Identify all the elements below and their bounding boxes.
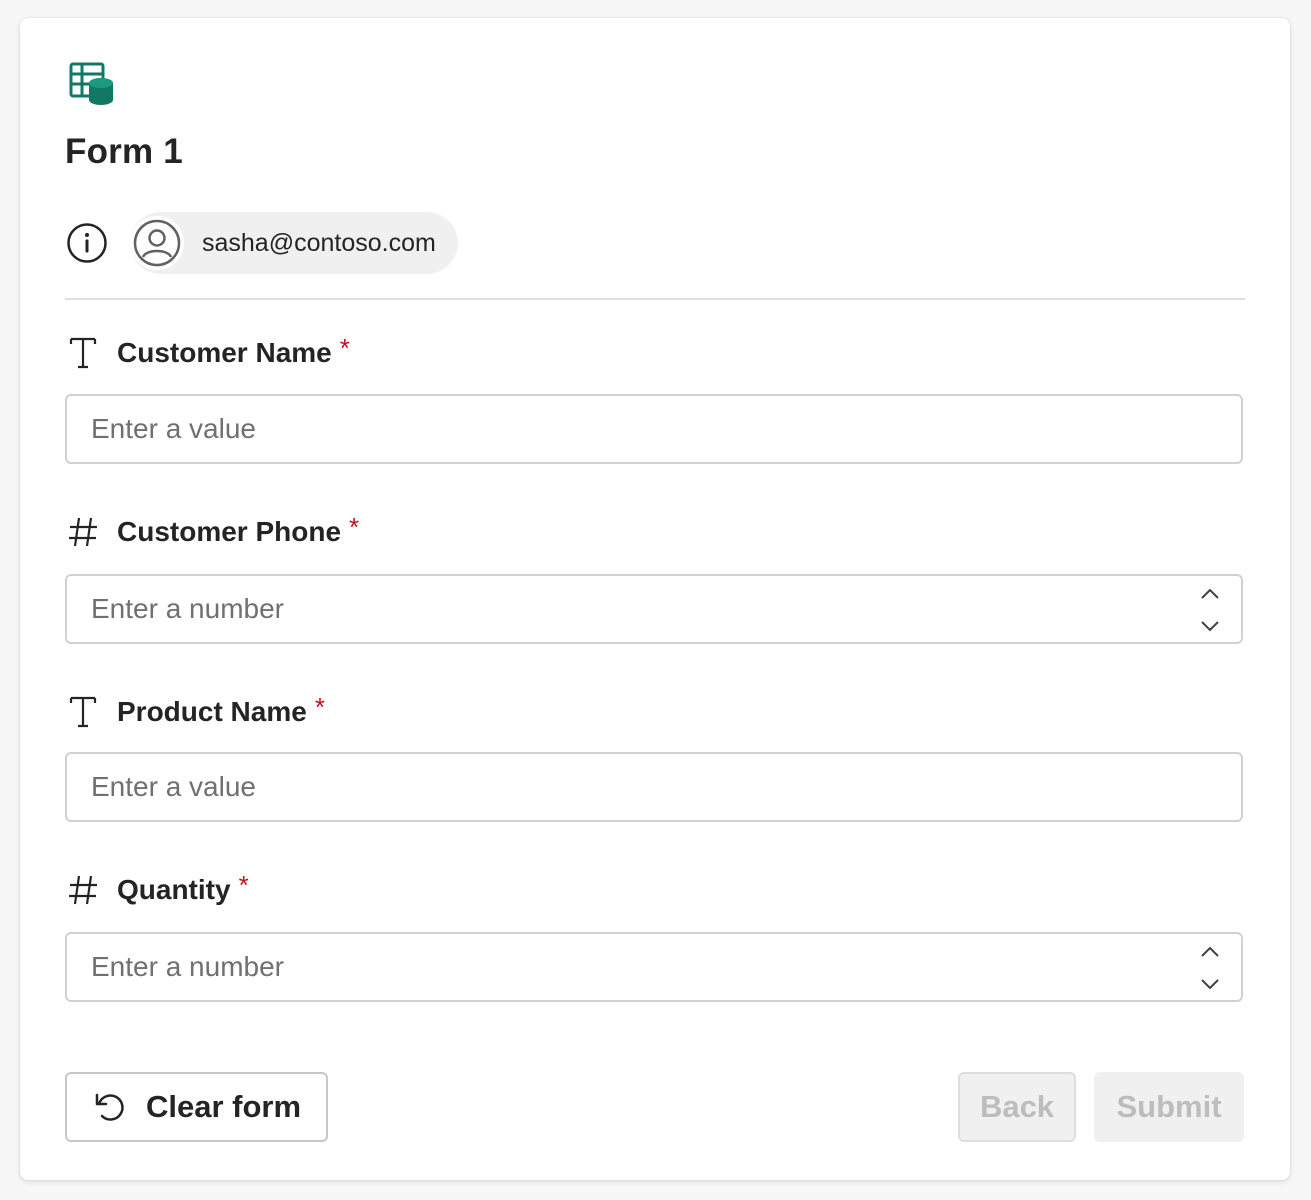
user-chip: sasha@contoso.com	[130, 212, 458, 274]
required-indicator: *	[314, 691, 325, 722]
form-meta-row: sasha@contoso.com	[66, 212, 458, 274]
required-indicator: *	[339, 332, 350, 363]
input-placeholder: Enter a value	[91, 771, 256, 802]
header-divider	[65, 298, 1245, 300]
clear-form-label: Clear form	[145, 1089, 302, 1124]
chevron-down-icon[interactable]	[1199, 976, 1221, 992]
required-indicator: *	[349, 511, 360, 542]
input-placeholder: Enter a value	[91, 413, 256, 444]
form-card: Form 1 sasha@contoso.com Customer Name *…	[20, 18, 1290, 1180]
user-email: sasha@contoso.com	[202, 228, 436, 257]
field-label-text: Quantity	[117, 874, 231, 905]
quantity-input[interactable]: Enter a number	[65, 932, 1243, 1002]
input-placeholder: Enter a number	[91, 593, 284, 624]
input-placeholder: Enter a number	[91, 951, 284, 982]
product-name-input[interactable]: Enter a value	[65, 752, 1243, 822]
number-stepper[interactable]	[1197, 586, 1223, 634]
chevron-down-icon[interactable]	[1199, 618, 1221, 634]
field-label-text: Customer Phone	[117, 516, 342, 547]
text-type-icon	[65, 694, 101, 730]
field-label-product-name: Product Name *	[65, 692, 325, 732]
submit-label: Submit	[1116, 1089, 1222, 1124]
avatar	[130, 216, 184, 270]
customer-name-input[interactable]: Enter a value	[65, 394, 1243, 464]
info-icon[interactable]	[66, 222, 108, 264]
reset-icon	[95, 1093, 124, 1121]
submit-button[interactable]: Submit	[1094, 1072, 1244, 1142]
required-indicator: *	[238, 869, 249, 900]
chevron-up-icon[interactable]	[1199, 944, 1221, 960]
chevron-up-icon[interactable]	[1199, 586, 1221, 602]
back-label: Back	[979, 1089, 1055, 1124]
field-label-customer-phone: Customer Phone *	[65, 512, 359, 552]
number-type-icon	[65, 872, 101, 908]
customer-phone-input[interactable]: Enter a number	[65, 574, 1243, 644]
person-icon	[133, 219, 181, 267]
table-database-icon	[69, 62, 113, 105]
field-label-customer-name: Customer Name *	[65, 333, 350, 373]
field-label-text: Customer Name	[117, 337, 332, 368]
field-label-quantity: Quantity *	[65, 870, 249, 910]
number-type-icon	[65, 514, 101, 550]
number-stepper[interactable]	[1197, 944, 1223, 992]
text-type-icon	[65, 335, 101, 371]
clear-form-button[interactable]: Clear form	[65, 1072, 328, 1142]
field-label-text: Product Name	[117, 696, 307, 727]
form-title: Form 1	[65, 132, 183, 171]
back-button[interactable]: Back	[958, 1072, 1076, 1142]
